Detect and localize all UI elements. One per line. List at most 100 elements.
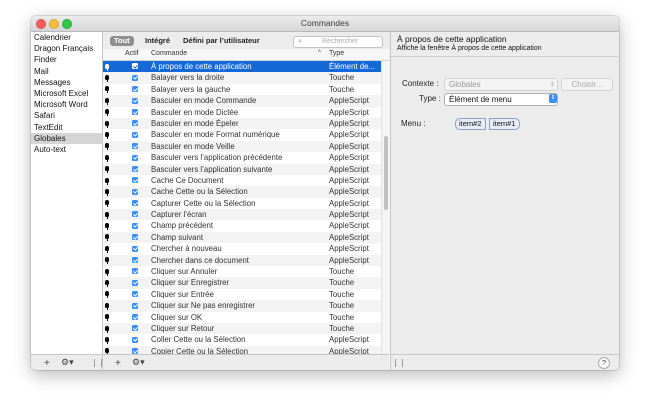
filter-all-button[interactable]: Tout <box>110 36 134 46</box>
command-type: Touche <box>329 278 355 288</box>
microphone-icon <box>105 223 109 231</box>
app-list-item[interactable]: Auto-text <box>31 144 102 155</box>
add-application-button[interactable]: + <box>44 358 50 369</box>
active-checkbox[interactable] <box>132 143 138 150</box>
command-row[interactable]: Cache Cette ou la Sélection AppleScript <box>103 186 381 198</box>
active-checkbox[interactable] <box>132 74 138 81</box>
vertical-scrollbar[interactable] <box>381 61 390 370</box>
command-row[interactable]: Basculer en mode Veille AppleScript <box>103 140 381 153</box>
command-row[interactable]: Basculer en mode Épeler AppleScript <box>103 117 381 130</box>
active-checkbox[interactable] <box>132 245 138 252</box>
chevron-updown-icon: ⇕ <box>549 82 555 88</box>
choose-button[interactable]: Choisir... <box>561 78 613 91</box>
active-checkbox[interactable] <box>132 108 138 115</box>
command-row[interactable]: Capturer Cette ou la Sélection AppleScrip… <box>103 198 381 209</box>
resize-grip-icon[interactable] <box>395 359 403 367</box>
active-checkbox[interactable] <box>132 313 138 320</box>
command-row[interactable]: Capturer l’écran AppleScript <box>103 209 381 221</box>
active-checkbox[interactable] <box>132 279 138 286</box>
column-command[interactable]: Commande <box>151 50 187 57</box>
app-list-item[interactable]: Microsoft Word <box>31 99 102 110</box>
command-row[interactable]: Basculer en mode Dictée AppleScript <box>103 107 381 118</box>
command-name: Coller Cette ou la Sélection <box>151 335 246 345</box>
search-field[interactable]: ⌕ Rechercher <box>293 36 383 48</box>
menu-path-token[interactable]: item#2 <box>455 118 486 130</box>
app-list-item[interactable]: Mail <box>31 66 102 77</box>
help-button[interactable]: ? <box>598 357 610 369</box>
active-checkbox[interactable] <box>132 325 138 332</box>
command-row[interactable]: Champ précédent AppleScript <box>103 220 381 231</box>
active-checkbox[interactable] <box>132 120 138 127</box>
active-checkbox[interactable] <box>132 291 138 298</box>
active-checkbox[interactable] <box>132 165 138 172</box>
active-checkbox[interactable] <box>132 302 138 309</box>
filter-builtin-button[interactable]: Intégré <box>141 36 174 46</box>
command-row[interactable]: Balayer vers la gauche Touche <box>103 84 381 95</box>
command-row[interactable]: Cache Ce Document AppleScript <box>103 175 381 186</box>
active-checkbox[interactable] <box>132 177 138 184</box>
column-active[interactable]: Actif <box>125 50 139 57</box>
command-row[interactable]: Cliquer sur Enregistrer Touche <box>103 277 381 289</box>
type-popup[interactable]: Élément de menu ⇕ <box>444 93 558 106</box>
context-popup[interactable]: Globales ⇕ <box>444 78 558 91</box>
active-checkbox[interactable] <box>132 86 138 93</box>
command-type: AppleScript <box>329 96 369 106</box>
active-checkbox[interactable] <box>132 154 138 161</box>
command-type: AppleScript <box>329 130 369 140</box>
command-type: AppleScript <box>329 255 369 265</box>
active-checkbox[interactable] <box>132 188 138 195</box>
active-checkbox[interactable] <box>132 200 138 207</box>
command-gear-menu-button[interactable]: ⚙▾ <box>132 357 145 368</box>
filter-user-button[interactable]: Défini par l’utilisateur <box>179 36 264 46</box>
active-checkbox[interactable] <box>132 257 138 264</box>
app-list-item[interactable]: Calendrier <box>31 32 102 43</box>
app-list-item[interactable]: Globales <box>31 132 102 144</box>
type-label: Type : <box>419 94 441 103</box>
command-row[interactable]: Basculer en mode Commande AppleScript <box>103 95 381 107</box>
command-row[interactable]: Basculer en mode Format numérique AppleSc… <box>103 129 381 140</box>
resize-grip-icon[interactable] <box>94 359 102 367</box>
app-list-item[interactable]: Microsoft Excel <box>31 88 102 99</box>
active-checkbox[interactable] <box>132 131 138 138</box>
command-row[interactable]: Chercher dans ce document AppleScript <box>103 254 381 267</box>
command-name: Basculer en mode Veille <box>151 141 235 151</box>
command-row[interactable]: Cliquer sur Annuler Touche <box>103 266 381 277</box>
active-checkbox[interactable] <box>132 336 138 343</box>
microphone-icon <box>105 348 109 356</box>
app-list-item[interactable]: Finder <box>31 54 102 65</box>
context-label: Contexte : <box>402 79 439 88</box>
command-row[interactable]: Chercher à nouveau AppleScript <box>103 243 381 254</box>
type-value: Élément de menu <box>449 95 512 104</box>
app-list-item[interactable]: TextEdit <box>31 122 102 133</box>
application-gear-menu-button[interactable]: ⚙▾ <box>61 357 74 368</box>
command-row[interactable]: Basculer vers l’application précédente Ap… <box>103 152 381 163</box>
command-row[interactable]: À propos de cette application Élément de.… <box>103 61 381 73</box>
active-checkbox[interactable] <box>132 97 138 104</box>
command-row[interactable]: Champ suivant AppleScript <box>103 231 381 244</box>
app-list-item[interactable]: Messages <box>31 77 102 88</box>
scrollbar-thumb[interactable] <box>384 136 388 210</box>
command-row[interactable]: Cliquer sur Ne pas enregistrer Touche <box>103 300 381 312</box>
command-row[interactable]: Coller Cette ou la Sélection AppleScript <box>103 334 381 345</box>
menu-path-token[interactable]: item#1 <box>489 118 520 130</box>
command-type: Touche <box>329 73 355 83</box>
command-row[interactable]: Cliquer sur Retour Touche <box>103 322 381 335</box>
app-list-item[interactable]: Safari <box>31 110 102 121</box>
active-checkbox[interactable] <box>132 234 138 241</box>
command-row[interactable]: Basculer vers l’application suivante Appl… <box>103 163 381 175</box>
add-command-button[interactable]: + <box>115 358 121 369</box>
column-header: Actif Commande ^ Type <box>103 49 389 61</box>
app-list-item[interactable]: Dragon Français <box>31 43 102 54</box>
command-row[interactable]: Cliquer sur Entrée Touche <box>103 289 381 300</box>
active-checkbox[interactable] <box>132 268 138 275</box>
column-type[interactable]: Type <box>329 50 344 57</box>
microphone-icon <box>105 86 109 94</box>
active-checkbox[interactable] <box>132 211 138 218</box>
active-checkbox[interactable] <box>132 222 138 229</box>
active-checkbox[interactable] <box>132 63 138 70</box>
command-row[interactable]: Balayer vers la droite Touche <box>103 72 381 84</box>
command-name: Chercher dans ce document <box>151 255 249 265</box>
command-type: Touche <box>329 312 355 322</box>
microphone-icon <box>105 211 109 219</box>
command-row[interactable]: Cliquer sur OK Touche <box>103 312 381 323</box>
